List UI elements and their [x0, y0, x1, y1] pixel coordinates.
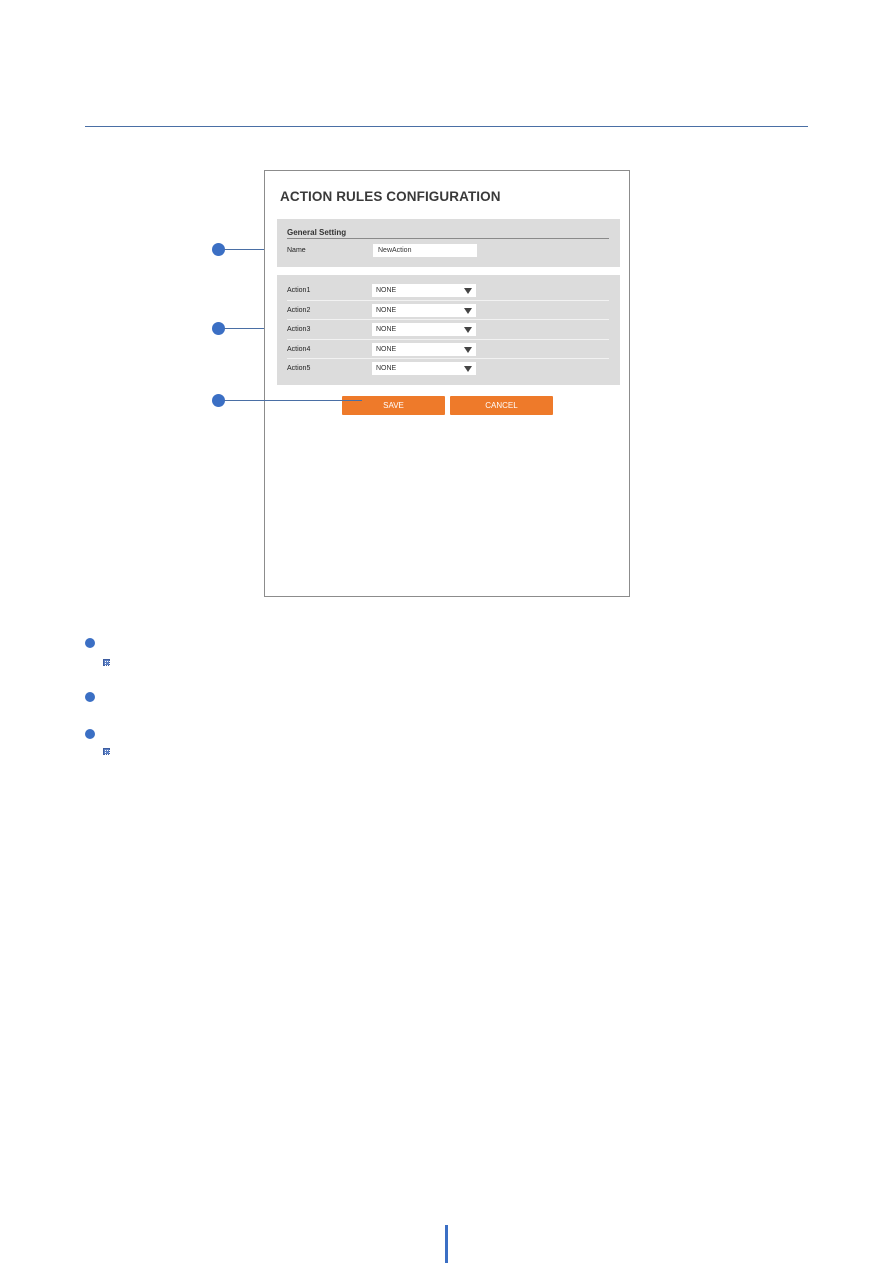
action-row: Action2 NONE [287, 301, 609, 320]
dropdown-arrow-icon[interactable] [464, 346, 472, 353]
note-icon [103, 659, 110, 666]
action-rules-screen: ACTION RULES CONFIGURATION General Setti… [264, 170, 630, 597]
action-select-value: NONE [376, 365, 397, 372]
general-setting-panel: General Setting Name NewAction [277, 219, 620, 267]
note-marker-2 [85, 692, 95, 702]
actions-panel: Action1 NONE Action2 NONE Action3 NONE A… [277, 275, 620, 385]
action-select[interactable]: NONE [372, 362, 476, 375]
note-marker-3 [85, 729, 95, 739]
action-label: Action1 [287, 287, 311, 294]
action-select-value: NONE [376, 287, 397, 294]
action-row: Action5 NONE [287, 359, 609, 379]
page-footer-bar [445, 1225, 448, 1263]
action-select[interactable]: NONE [372, 342, 476, 356]
action-row: Action1 NONE [287, 281, 609, 301]
callout-line-3 [224, 400, 362, 401]
action-select-value: NONE [376, 326, 397, 333]
header-rule [85, 126, 808, 127]
action-row: Action4 NONE [287, 340, 609, 359]
action-select-value: NONE [376, 306, 397, 314]
action-label: Action3 [287, 326, 311, 333]
section-title: General Setting [287, 228, 347, 237]
action-label: Action4 [287, 345, 311, 353]
action-label: Action5 [287, 365, 311, 372]
action-row: Action3 NONE [287, 320, 609, 340]
section-divider [287, 238, 609, 239]
name-input[interactable]: NewAction [373, 244, 477, 257]
action-label: Action2 [287, 306, 311, 314]
dropdown-arrow-icon[interactable] [464, 288, 472, 294]
page-title: ACTION RULES CONFIGURATION [280, 189, 501, 204]
action-select-value: NONE [376, 345, 397, 353]
save-button[interactable]: SAVE [342, 396, 445, 415]
action-select[interactable]: NONE [372, 284, 476, 297]
action-select[interactable]: NONE [372, 323, 476, 336]
note-marker-1 [85, 638, 95, 648]
dropdown-arrow-icon[interactable] [464, 366, 472, 372]
dropdown-arrow-icon[interactable] [464, 327, 472, 333]
note-icon [103, 748, 110, 755]
dropdown-arrow-icon[interactable] [464, 307, 472, 314]
name-label: Name [287, 247, 306, 254]
action-select[interactable]: NONE [372, 303, 476, 317]
cancel-button[interactable]: CANCEL [450, 396, 553, 415]
